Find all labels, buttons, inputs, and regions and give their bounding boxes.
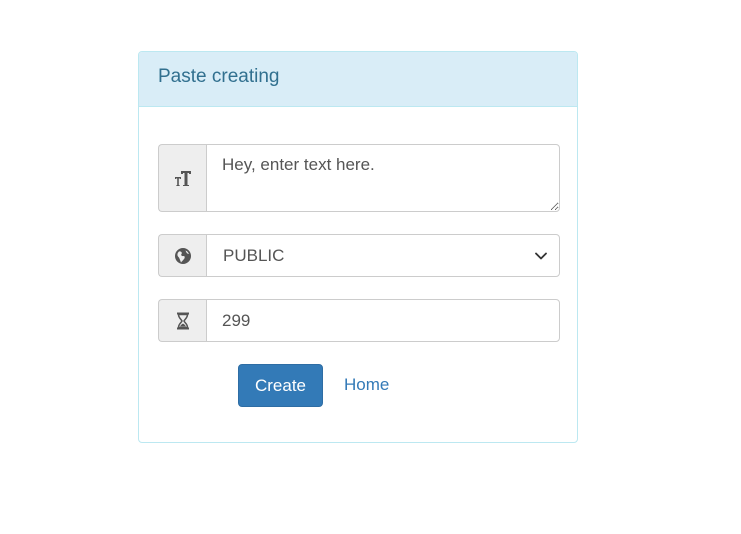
text-input-group [158,144,560,212]
home-link[interactable]: Home [344,375,389,395]
text-size-icon [158,144,206,212]
chevron-down-icon [535,252,547,260]
paste-text-area[interactable] [206,144,560,212]
expiration-input-group: 299 [158,299,560,342]
panel-title: Paste creating [139,52,577,107]
visibility-input-group: PUBLIC [158,234,560,277]
create-button[interactable]: Create [238,364,323,407]
globe-icon [158,234,206,277]
visibility-selected-value: PUBLIC [223,245,285,265]
expiration-input[interactable]: 299 [206,299,560,342]
visibility-select[interactable]: PUBLIC [206,234,560,277]
hourglass-icon [158,299,206,342]
paste-create-panel: Paste creating PUBLIC [138,51,578,443]
